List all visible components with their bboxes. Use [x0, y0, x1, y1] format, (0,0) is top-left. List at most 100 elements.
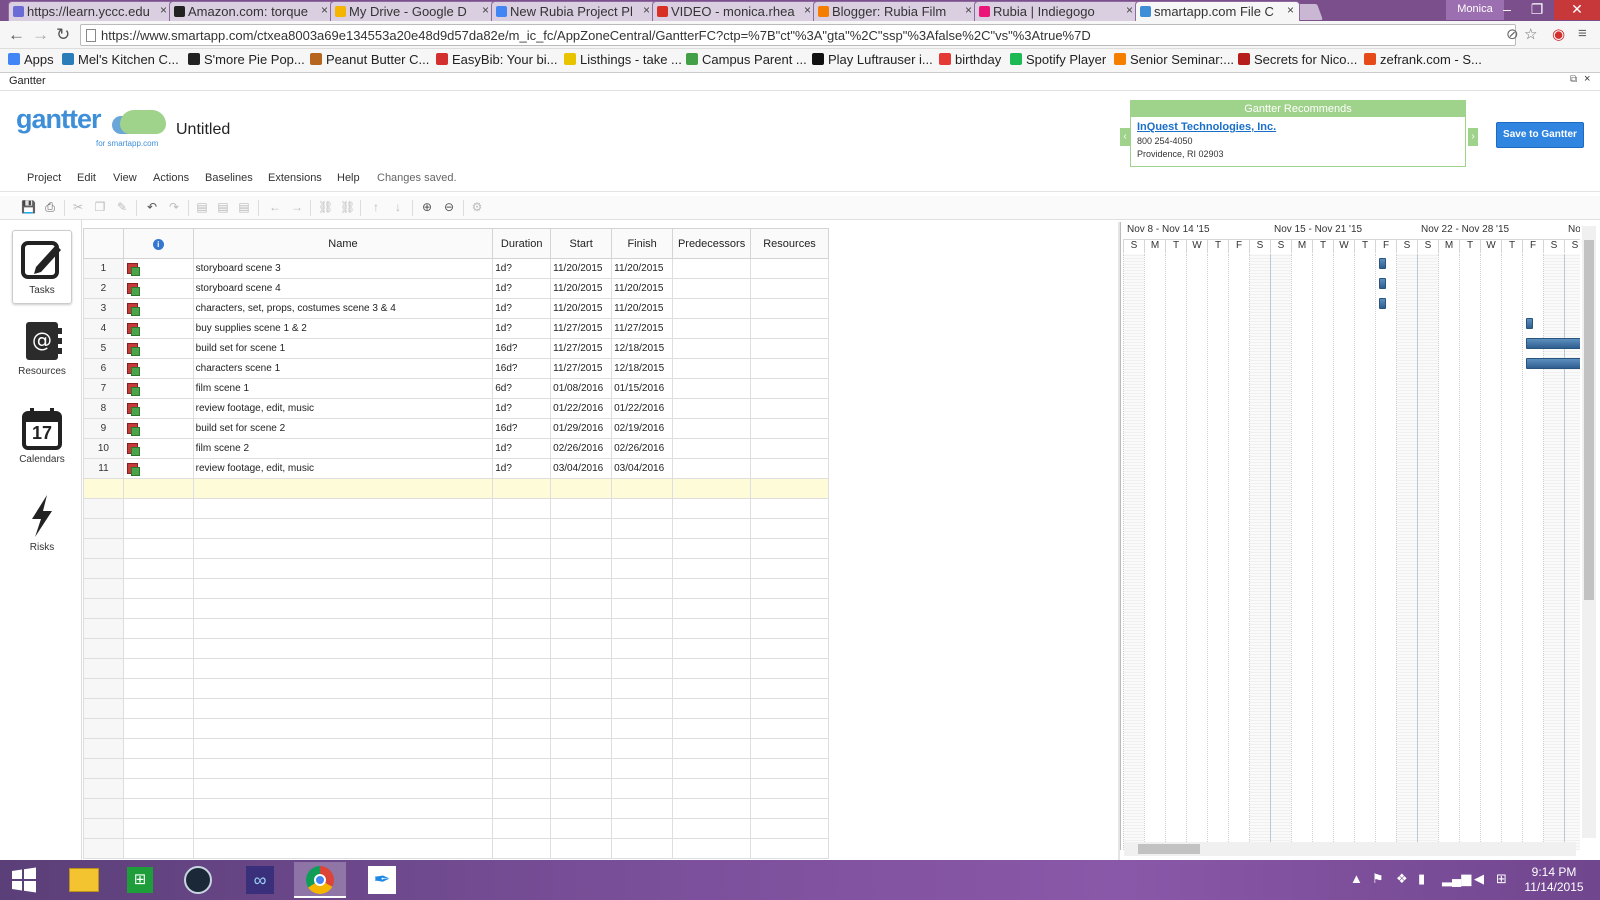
- empty-cell[interactable]: [550, 718, 613, 739]
- empty-cell[interactable]: [672, 498, 752, 519]
- store-icon[interactable]: ⊞: [114, 862, 166, 898]
- empty-cell[interactable]: [550, 618, 613, 639]
- task-resources-cell[interactable]: [750, 438, 829, 459]
- network-icon[interactable]: ▂▄▆: [1442, 871, 1471, 887]
- empty-cell[interactable]: [192, 718, 494, 739]
- task-resources-cell[interactable]: [750, 278, 829, 299]
- table-row[interactable]: 4 buy supplies scene 1 & 2 1d? 11/27/2015 11…: [83, 318, 829, 339]
- bookmark-item[interactable]: zefrank.com - S...: [1364, 52, 1482, 67]
- tab-close-icon[interactable]: ×: [643, 3, 650, 17]
- task-start-cell[interactable]: 02/26/2016: [550, 438, 613, 459]
- task-start-cell[interactable]: 11/27/2015: [550, 318, 613, 339]
- empty-cell[interactable]: [750, 778, 829, 799]
- task-predecessors-cell[interactable]: [672, 438, 752, 459]
- empty-cell[interactable]: [192, 818, 494, 839]
- table-row[interactable]: 1 storyboard scene 3 1d? 11/20/2015 11/20/20…: [83, 258, 829, 279]
- row-number[interactable]: 8: [83, 398, 124, 419]
- empty-cell[interactable]: [192, 538, 494, 559]
- url-input[interactable]: https://www.smartapp.com/ctxea8003a69e13…: [80, 24, 1516, 46]
- task-start-cell[interactable]: 11/27/2015: [550, 358, 613, 379]
- empty-cell[interactable]: [492, 698, 552, 719]
- task-start-cell[interactable]: 11/20/2015: [550, 298, 613, 319]
- task-name-cell[interactable]: film scene 1: [192, 378, 494, 399]
- task-name-cell[interactable]: review footage, edit, music: [192, 458, 494, 479]
- empty-cell[interactable]: [672, 518, 752, 539]
- table-row[interactable]: [83, 738, 829, 759]
- zoom-in-icon[interactable]: ⊕: [420, 200, 434, 214]
- menu-view[interactable]: View: [113, 172, 137, 184]
- table-row[interactable]: [83, 558, 829, 579]
- unlink-icon[interactable]: ⛓: [340, 200, 355, 214]
- bookmark-item[interactable]: Senior Seminar:...: [1114, 52, 1234, 67]
- bookmark-item[interactable]: Peanut Butter C...: [310, 52, 429, 67]
- table-row[interactable]: [83, 658, 829, 679]
- task-start-cell[interactable]: 01/08/2016: [550, 378, 613, 399]
- bookmark-star-icon[interactable]: ☆: [1524, 25, 1537, 43]
- row-number[interactable]: [83, 538, 124, 559]
- browser-tab[interactable]: smartapp.com File C ×: [1135, 1, 1300, 21]
- empty-cell[interactable]: [550, 538, 613, 559]
- column-header-rownum[interactable]: [83, 228, 124, 259]
- row-number[interactable]: [83, 518, 124, 539]
- empty-cell[interactable]: [750, 538, 829, 559]
- gantt-vertical-scrollbar[interactable]: [1582, 226, 1596, 838]
- bookmark-item[interactable]: Spotify Player: [1010, 52, 1106, 67]
- empty-cell[interactable]: [550, 678, 613, 699]
- empty-cell[interactable]: [750, 518, 829, 539]
- empty-cell[interactable]: [611, 838, 674, 859]
- task-finish-cell[interactable]: 11/27/2015: [611, 318, 674, 339]
- empty-cell[interactable]: [611, 678, 674, 699]
- empty-cell[interactable]: [122, 838, 194, 859]
- copy-icon[interactable]: ❐: [93, 200, 107, 214]
- gantt-horizontal-scrollbar[interactable]: [1124, 842, 1576, 856]
- empty-cell[interactable]: [192, 758, 494, 779]
- empty-cell[interactable]: [550, 518, 613, 539]
- steam-icon[interactable]: [172, 862, 224, 898]
- next-recommend-icon[interactable]: ›: [1468, 128, 1478, 146]
- row-number[interactable]: 6: [83, 358, 124, 379]
- empty-cell[interactable]: [550, 758, 613, 779]
- row-number[interactable]: 1: [83, 258, 124, 279]
- row-number[interactable]: 5: [83, 338, 124, 359]
- gantt-horizontal-scroll-thumb[interactable]: [1138, 844, 1200, 854]
- empty-cell[interactable]: [611, 478, 674, 499]
- empty-cell[interactable]: [550, 778, 613, 799]
- table-row[interactable]: 9 build set for scene 2 16d? 01/29/2016 02/1…: [83, 418, 829, 439]
- task-start-cell[interactable]: 03/04/2016: [550, 458, 613, 479]
- row-number[interactable]: [83, 798, 124, 819]
- table-row[interactable]: [83, 518, 829, 539]
- table-row[interactable]: [83, 778, 829, 799]
- bookmark-item[interactable]: EasyBib: Your bi...: [436, 52, 558, 67]
- empty-cell[interactable]: [750, 718, 829, 739]
- gantt-task-bar[interactable]: [1379, 278, 1386, 289]
- empty-cell[interactable]: [192, 778, 494, 799]
- empty-cell[interactable]: [122, 618, 194, 639]
- empty-cell[interactable]: [672, 818, 752, 839]
- task-name-cell[interactable]: storyboard scene 3: [192, 258, 494, 279]
- browser-tab[interactable]: My Drive - Google D ×: [330, 1, 495, 21]
- empty-cell[interactable]: [492, 738, 552, 759]
- column-header-name[interactable]: Name: [192, 228, 494, 259]
- visual-studio-icon[interactable]: ∞: [234, 862, 286, 898]
- empty-cell[interactable]: [550, 838, 613, 859]
- browser-tab[interactable]: Amazon.com: torque ×: [169, 1, 334, 21]
- empty-cell[interactable]: [192, 498, 494, 519]
- task-resources-cell[interactable]: [750, 318, 829, 339]
- row-number[interactable]: [83, 738, 124, 759]
- empty-cell[interactable]: [611, 578, 674, 599]
- task-finish-cell[interactable]: 12/18/2015: [611, 338, 674, 359]
- empty-cell[interactable]: [672, 758, 752, 779]
- row-number[interactable]: [83, 838, 124, 859]
- table-row[interactable]: 6 characters scene 1 16d? 11/27/2015 12/18/2…: [83, 358, 829, 379]
- task-predecessors-cell[interactable]: [672, 398, 752, 419]
- empty-cell[interactable]: [550, 498, 613, 519]
- gantt-task-bar[interactable]: [1526, 338, 1580, 349]
- browser-tab[interactable]: VIDEO - monica.rhea ×: [652, 1, 817, 21]
- move-down-icon[interactable]: ↓: [391, 200, 405, 214]
- table-row[interactable]: 8 review footage, edit, music 1d? 01/22/201…: [83, 398, 829, 419]
- tab-close-icon[interactable]: ×: [160, 3, 167, 17]
- empty-cell[interactable]: [611, 798, 674, 819]
- empty-cell[interactable]: [492, 678, 552, 699]
- empty-cell[interactable]: [192, 598, 494, 619]
- task-resources-cell[interactable]: [750, 418, 829, 439]
